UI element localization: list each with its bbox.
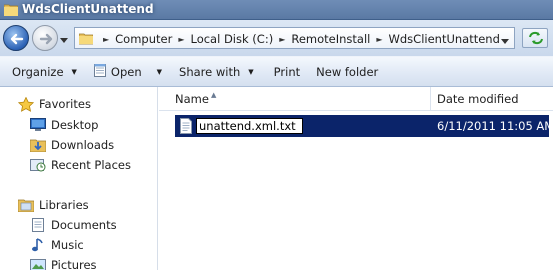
chevron-down-icon: ▼: [71, 67, 77, 76]
share-with-label: Share with: [179, 64, 241, 79]
nav-music-label: Music: [51, 238, 84, 252]
navigation-pane: Favorites Desktop Downloads Recent Place…: [0, 87, 158, 270]
address-dropdown-icon[interactable]: [501, 35, 509, 48]
text-file-icon: [179, 118, 193, 137]
breadcrumb-separator-icon[interactable]: ►: [376, 35, 382, 44]
window-title: WdsClientUnattend: [22, 2, 154, 16]
folder-icon: [3, 3, 19, 19]
libraries-icon: [17, 198, 35, 213]
sort-ascending-icon: ▲: [211, 91, 217, 99]
print-button[interactable]: Print: [267, 57, 307, 86]
title-bar: WdsClientUnattend: [0, 0, 553, 20]
nav-desktop-label: Desktop: [51, 118, 99, 132]
address-bar[interactable]: ► Computer ► Local Disk (C:) ► RemoteIns…: [74, 27, 515, 49]
column-header-date-modified[interactable]: Date modified: [432, 87, 553, 111]
nav-libraries-label: Libraries: [39, 198, 89, 212]
breadcrumb-separator-icon[interactable]: ►: [103, 35, 109, 44]
address-row: ► Computer ► Local Disk (C:) ► RemoteIns…: [0, 20, 553, 56]
breadcrumb-wdsclientunattend[interactable]: WdsClientUnattend: [389, 32, 500, 46]
nav-favorites-label: Favorites: [39, 97, 91, 111]
nav-music[interactable]: Music: [30, 238, 84, 252]
new-folder-label: New folder: [316, 64, 379, 79]
share-with-button[interactable]: Share with ▼: [172, 57, 261, 86]
refresh-button[interactable]: [522, 28, 548, 48]
nav-desktop[interactable]: Desktop: [30, 118, 98, 132]
chevron-down-icon: ▼: [156, 67, 163, 76]
file-row[interactable]: unattend.xml.txt 6/11/2011 11:05 AM: [175, 115, 553, 137]
music-note-icon: [30, 238, 46, 252]
back-arrow-icon: [10, 33, 24, 45]
nav-downloads[interactable]: Downloads: [29, 138, 115, 153]
rename-input[interactable]: unattend.xml.txt: [196, 118, 303, 134]
nav-recent-places[interactable]: Recent Places: [30, 158, 131, 172]
documents-icon: [30, 218, 46, 232]
breadcrumb-local-disk[interactable]: Local Disk (C:): [190, 32, 273, 46]
forward-arrow-icon: [39, 33, 53, 45]
nav-favorites[interactable]: Favorites: [17, 96, 91, 112]
recent-places-icon: [30, 158, 46, 172]
chevron-down-icon: ▼: [248, 67, 254, 76]
open-dropdown-button[interactable]: ▼: [149, 57, 172, 86]
open-button[interactable]: Open: [86, 57, 149, 86]
column-header-row: Name ▲ Date modified: [159, 87, 553, 111]
pictures-icon: [30, 258, 46, 270]
downloads-folder-icon: [29, 138, 47, 153]
back-button[interactable]: [3, 25, 29, 51]
open-label: Open: [110, 64, 142, 79]
notepad-icon: [93, 63, 107, 80]
nav-pictures[interactable]: Pictures: [30, 258, 97, 270]
print-label: Print: [273, 64, 301, 79]
refresh-icon: [529, 31, 543, 45]
organize-label: Organize: [12, 64, 64, 79]
breadcrumb-remoteinstall[interactable]: RemoteInstall: [291, 32, 370, 46]
breadcrumb-computer[interactable]: Computer: [115, 32, 172, 46]
nav-documents[interactable]: Documents: [30, 218, 117, 232]
nav-recent-places-label: Recent Places: [51, 158, 131, 172]
history-dropdown-icon[interactable]: [60, 34, 68, 47]
nav-pictures-label: Pictures: [51, 258, 97, 270]
forward-button[interactable]: [32, 25, 58, 51]
nav-documents-label: Documents: [51, 218, 117, 232]
column-header-name-label: Name: [175, 92, 209, 106]
star-icon: [17, 96, 35, 112]
nav-libraries[interactable]: Libraries: [17, 198, 89, 213]
command-bar: Organize ▼ Open ▼ Share with ▼ Print New…: [0, 56, 553, 87]
nav-downloads-label: Downloads: [51, 138, 115, 152]
breadcrumb-separator-icon[interactable]: ►: [279, 35, 285, 44]
desktop-icon: [30, 118, 46, 132]
folder-icon: [78, 31, 94, 48]
new-folder-button[interactable]: New folder: [309, 57, 385, 86]
column-header-date-label: Date modified: [437, 92, 519, 106]
file-date-modified: 6/11/2011 11:05 AM: [437, 119, 553, 133]
breadcrumb-separator-icon[interactable]: ►: [178, 35, 184, 44]
column-header-name[interactable]: Name ▲: [159, 87, 431, 111]
organize-button[interactable]: Organize ▼: [0, 57, 84, 86]
file-list: Name ▲ Date modified unattend.xml.txt 6/…: [159, 87, 553, 270]
